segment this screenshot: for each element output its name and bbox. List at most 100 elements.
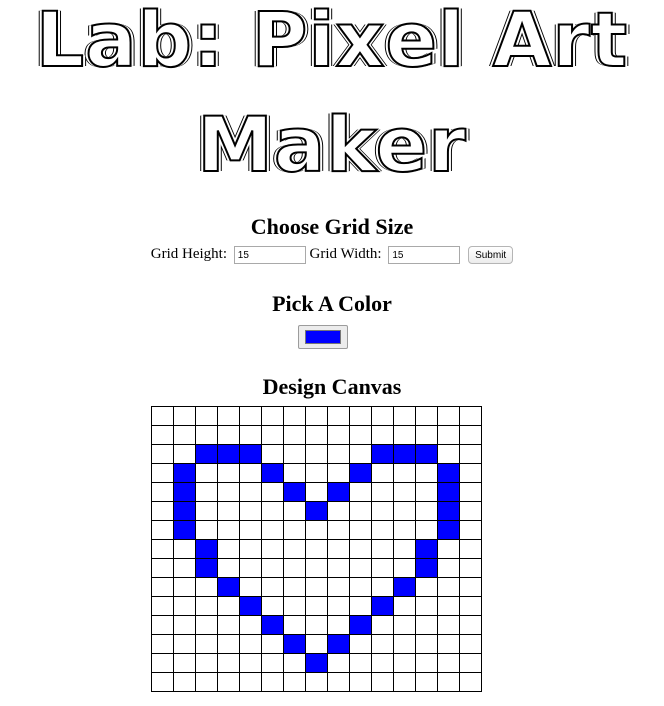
canvas-cell[interactable]: [305, 615, 328, 635]
canvas-cell[interactable]: [283, 615, 306, 635]
canvas-cell[interactable]: [239, 615, 262, 635]
canvas-cell[interactable]: [437, 672, 460, 692]
canvas-cell[interactable]: [459, 539, 482, 559]
canvas-cell[interactable]: [283, 520, 306, 540]
canvas-cell[interactable]: [239, 672, 262, 692]
canvas-cell[interactable]: [459, 596, 482, 616]
canvas-cell[interactable]: [283, 558, 306, 578]
canvas-cell[interactable]: [393, 406, 416, 426]
canvas-cell[interactable]: [349, 558, 372, 578]
canvas-cell[interactable]: [437, 596, 460, 616]
canvas-cell[interactable]: [305, 501, 328, 521]
canvas-cell[interactable]: [151, 672, 174, 692]
canvas-cell[interactable]: [437, 463, 460, 483]
color-picker[interactable]: [298, 325, 348, 349]
canvas-cell[interactable]: [415, 615, 438, 635]
canvas-cell[interactable]: [349, 539, 372, 559]
canvas-cell[interactable]: [459, 501, 482, 521]
canvas-cell[interactable]: [349, 406, 372, 426]
canvas-cell[interactable]: [173, 520, 196, 540]
canvas-cell[interactable]: [415, 577, 438, 597]
canvas-cell[interactable]: [239, 558, 262, 578]
canvas-cell[interactable]: [195, 501, 218, 521]
canvas-cell[interactable]: [261, 406, 284, 426]
canvas-cell[interactable]: [195, 539, 218, 559]
canvas-cell[interactable]: [195, 596, 218, 616]
canvas-cell[interactable]: [305, 672, 328, 692]
canvas-cell[interactable]: [261, 425, 284, 445]
canvas-cell[interactable]: [217, 653, 240, 673]
canvas-cell[interactable]: [151, 444, 174, 464]
canvas-cell[interactable]: [459, 482, 482, 502]
canvas-cell[interactable]: [173, 596, 196, 616]
canvas-cell[interactable]: [283, 577, 306, 597]
canvas-cell[interactable]: [415, 539, 438, 559]
canvas-cell[interactable]: [393, 615, 416, 635]
canvas-cell[interactable]: [327, 425, 350, 445]
canvas-cell[interactable]: [195, 444, 218, 464]
canvas-cell[interactable]: [261, 520, 284, 540]
canvas-cell[interactable]: [283, 653, 306, 673]
canvas-cell[interactable]: [217, 539, 240, 559]
canvas-cell[interactable]: [437, 482, 460, 502]
canvas-cell[interactable]: [283, 425, 306, 445]
canvas-cell[interactable]: [239, 520, 262, 540]
canvas-cell[interactable]: [327, 672, 350, 692]
canvas-cell[interactable]: [195, 558, 218, 578]
canvas-cell[interactable]: [393, 596, 416, 616]
canvas-cell[interactable]: [283, 501, 306, 521]
canvas-cell[interactable]: [349, 634, 372, 654]
canvas-cell[interactable]: [151, 596, 174, 616]
canvas-cell[interactable]: [393, 520, 416, 540]
canvas-cell[interactable]: [327, 539, 350, 559]
canvas-cell[interactable]: [327, 444, 350, 464]
canvas-cell[interactable]: [217, 615, 240, 635]
canvas-cell[interactable]: [151, 615, 174, 635]
canvas-cell[interactable]: [415, 653, 438, 673]
canvas-cell[interactable]: [437, 539, 460, 559]
canvas-cell[interactable]: [305, 558, 328, 578]
canvas-cell[interactable]: [393, 577, 416, 597]
canvas-cell[interactable]: [173, 463, 196, 483]
canvas-cell[interactable]: [415, 672, 438, 692]
canvas-cell[interactable]: [327, 615, 350, 635]
canvas-cell[interactable]: [195, 520, 218, 540]
canvas-cell[interactable]: [305, 634, 328, 654]
canvas-cell[interactable]: [173, 539, 196, 559]
canvas-cell[interactable]: [393, 672, 416, 692]
canvas-cell[interactable]: [261, 463, 284, 483]
canvas-cell[interactable]: [393, 444, 416, 464]
canvas-cell[interactable]: [173, 634, 196, 654]
canvas-cell[interactable]: [217, 596, 240, 616]
canvas-cell[interactable]: [239, 577, 262, 597]
canvas-cell[interactable]: [151, 539, 174, 559]
canvas-cell[interactable]: [437, 520, 460, 540]
canvas-cell[interactable]: [305, 596, 328, 616]
canvas-cell[interactable]: [459, 463, 482, 483]
canvas-cell[interactable]: [459, 577, 482, 597]
canvas-cell[interactable]: [195, 615, 218, 635]
canvas-cell[interactable]: [283, 463, 306, 483]
canvas-cell[interactable]: [217, 634, 240, 654]
canvas-cell[interactable]: [437, 634, 460, 654]
canvas-cell[interactable]: [283, 634, 306, 654]
canvas-cell[interactable]: [217, 482, 240, 502]
canvas-cell[interactable]: [217, 501, 240, 521]
canvas-cell[interactable]: [261, 539, 284, 559]
canvas-cell[interactable]: [173, 444, 196, 464]
canvas-cell[interactable]: [371, 406, 394, 426]
canvas-cell[interactable]: [327, 406, 350, 426]
canvas-cell[interactable]: [173, 482, 196, 502]
canvas-cell[interactable]: [327, 558, 350, 578]
canvas-cell[interactable]: [393, 558, 416, 578]
canvas-cell[interactable]: [371, 501, 394, 521]
canvas-cell[interactable]: [173, 615, 196, 635]
canvas-cell[interactable]: [459, 653, 482, 673]
canvas-cell[interactable]: [393, 501, 416, 521]
canvas-cell[interactable]: [305, 577, 328, 597]
canvas-cell[interactable]: [327, 482, 350, 502]
canvas-cell[interactable]: [261, 482, 284, 502]
canvas-cell[interactable]: [327, 653, 350, 673]
canvas-cell[interactable]: [173, 672, 196, 692]
canvas-cell[interactable]: [283, 672, 306, 692]
